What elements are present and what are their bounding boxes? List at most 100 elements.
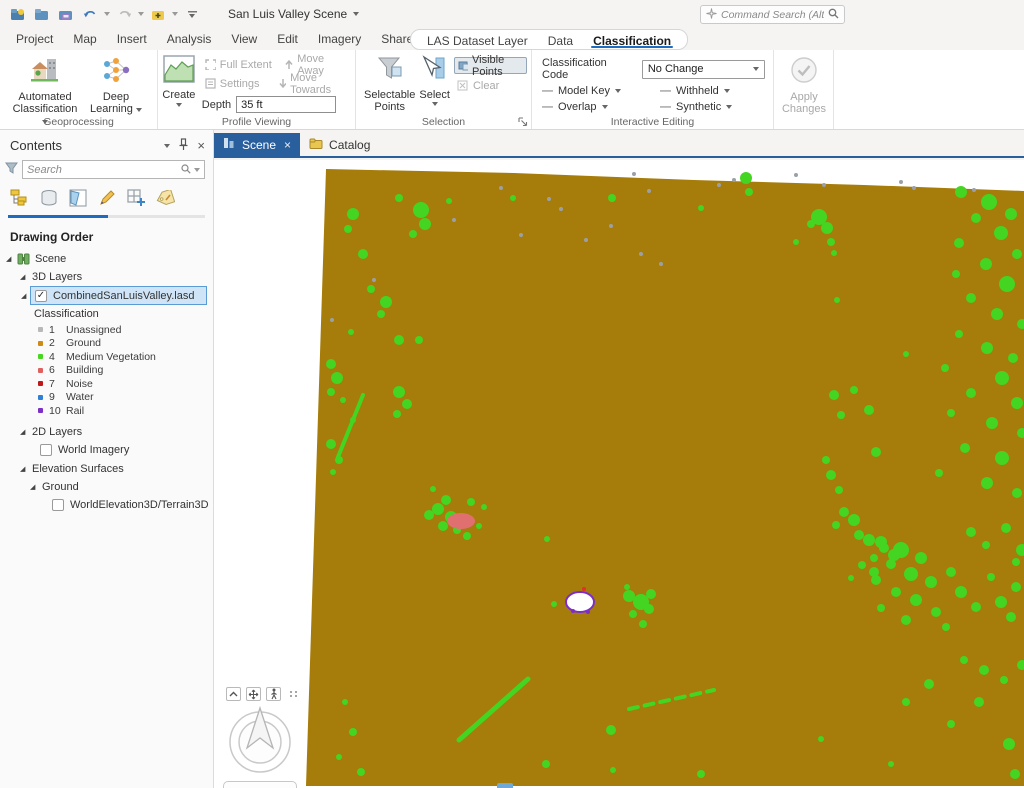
save-project-icon[interactable]	[56, 4, 76, 24]
move-towards-button[interactable]: Move Towards	[275, 72, 351, 96]
list-by-data-source-icon[interactable]	[39, 188, 59, 208]
pane-menu-chevron-icon[interactable]	[164, 143, 171, 148]
redo-icon[interactable]	[114, 4, 134, 24]
command-search[interactable]	[700, 5, 845, 24]
close-pane-icon[interactable]: ×	[197, 138, 205, 153]
tree-item-lasd[interactable]: ◢ ✓ CombinedSanLuisValley.lasd	[0, 286, 213, 305]
redo-menu-chevron-icon[interactable]	[138, 12, 144, 16]
project-title[interactable]: San Luis Valley Scene	[228, 7, 360, 21]
ribbon-tab-view[interactable]: View	[221, 29, 267, 50]
selected-layer-row[interactable]: ✓ CombinedSanLuisValley.lasd	[30, 286, 207, 305]
model-key-button[interactable]: — Model Key	[542, 85, 642, 97]
tree-item-ground[interactable]: ◢ Ground	[0, 478, 213, 496]
ribbon-tab-map[interactable]: Map	[63, 29, 106, 50]
classification-header-label: Classification	[34, 308, 99, 320]
tree-item-world-imagery[interactable]: World Imagery	[0, 441, 213, 460]
collapse-nav-icon[interactable]	[226, 687, 241, 701]
walk-mode-icon[interactable]	[266, 687, 281, 701]
ribbon-tab-analysis[interactable]: Analysis	[157, 29, 222, 50]
close-tab-icon[interactable]: ×	[284, 138, 291, 152]
pin-icon[interactable]	[179, 138, 188, 153]
lidar-point-cloud[interactable]	[214, 160, 1024, 788]
expand-icon[interactable]: ◢	[20, 465, 25, 473]
vegetation-cluster	[980, 258, 992, 270]
scale-pill[interactable]	[223, 781, 297, 788]
overlap-button[interactable]: — Overlap	[542, 101, 642, 113]
list-by-drawing-order-icon[interactable]	[10, 188, 30, 208]
pan-mode-icon[interactable]	[246, 687, 261, 701]
contents-search-box[interactable]	[22, 160, 205, 179]
classification-code-dropdown[interactable]: No Change	[641, 59, 765, 79]
vegetation-cluster	[891, 587, 901, 597]
compass-control[interactable]	[224, 704, 296, 776]
scene-viewport[interactable]	[214, 160, 1024, 788]
layer-checkbox-checked[interactable]: ✓	[35, 289, 47, 302]
move-away-button[interactable]: Move Away	[281, 53, 351, 77]
view-tab-scene[interactable]: Scene ×	[214, 133, 301, 156]
vegetation-cluster	[954, 238, 964, 248]
expand-icon[interactable]: ◢	[20, 428, 25, 436]
view-tab-catalog[interactable]: Catalog	[300, 133, 379, 156]
terrain-ground-points	[306, 169, 1024, 786]
tree-item-scene[interactable]: ◢ Scene	[0, 250, 213, 268]
vegetation-cluster	[510, 195, 516, 201]
list-by-selection-icon[interactable]	[68, 188, 88, 208]
tree-item-elevation-surfaces[interactable]: ◢ Elevation Surfaces	[0, 460, 213, 478]
contents-search-input[interactable]	[27, 163, 178, 176]
bottom-widget[interactable]	[497, 783, 513, 788]
expand-icon[interactable]: ◢	[21, 292, 26, 300]
layer-checkbox-unchecked[interactable]	[40, 444, 52, 456]
create-profile-button[interactable]: Create	[162, 53, 196, 113]
vegetation-cluster	[1011, 582, 1021, 592]
settings-button[interactable]: Settings	[202, 75, 269, 92]
selectable-points-button[interactable]: Selectable Points	[364, 53, 415, 113]
depth-input[interactable]	[236, 96, 337, 113]
overlap-chevron-icon	[601, 105, 608, 109]
command-search-input[interactable]	[721, 8, 824, 21]
contextual-tab-classification[interactable]: Classification	[583, 30, 681, 49]
select-button[interactable]: Select	[419, 53, 450, 113]
list-by-labeling-icon[interactable]	[155, 188, 175, 208]
layer-checkbox-unchecked[interactable]	[52, 499, 64, 511]
tree-item-3d-layers[interactable]: ◢ 3D Layers	[0, 268, 213, 286]
tree-item-terrain3d[interactable]: WorldElevation3D/Terrain3D	[0, 496, 213, 515]
vegetation-cluster	[864, 405, 874, 415]
apply-changes-button[interactable]: Apply Changes	[778, 53, 830, 115]
clear-selection-button[interactable]: Clear	[454, 77, 527, 94]
expand-icon[interactable]: ◢	[6, 255, 11, 263]
visible-points-button[interactable]: Visible Points	[453, 54, 527, 78]
withheld-button[interactable]: — Withheld	[660, 85, 760, 97]
tree-item-classification-header: Classification	[0, 305, 213, 323]
full-extent-button[interactable]: Full Extent	[202, 56, 275, 73]
synthetic-button[interactable]: — Synthetic	[660, 101, 760, 113]
list-by-snapping-icon[interactable]	[126, 188, 146, 208]
open-project-icon[interactable]	[32, 4, 52, 24]
undo-icon[interactable]	[80, 4, 100, 24]
undo-menu-chevron-icon[interactable]	[104, 12, 110, 16]
ribbon-tab-insert[interactable]: Insert	[107, 29, 157, 50]
add-data-menu-chevron-icon[interactable]	[172, 12, 178, 16]
vegetation-cluster	[981, 477, 993, 489]
expand-icon[interactable]: ◢	[20, 273, 25, 281]
contextual-tab-las-dataset-layer[interactable]: LAS Dataset Layer	[417, 30, 538, 49]
nav-drag-handle[interactable]	[290, 691, 298, 697]
legend-item-water: 9 Water	[0, 391, 213, 405]
vegetation-cluster	[952, 270, 960, 278]
vegetation-cluster	[1005, 208, 1017, 220]
new-project-icon[interactable]	[8, 4, 28, 24]
add-data-icon[interactable]	[148, 4, 168, 24]
filter-icon[interactable]	[5, 162, 18, 177]
list-by-editing-icon[interactable]	[97, 188, 117, 208]
vegetation-cluster	[955, 330, 963, 338]
search-options-chevron-icon[interactable]	[194, 167, 200, 172]
vegetation-cluster	[821, 222, 833, 234]
contextual-tab-data[interactable]: Data	[538, 30, 583, 49]
ribbon-tab-project[interactable]: Project	[6, 29, 63, 50]
ribbon-tab-imagery[interactable]: Imagery	[308, 29, 371, 50]
vegetation-cluster	[935, 469, 943, 477]
tree-item-2d-layers[interactable]: ◢ 2D Layers	[0, 423, 213, 441]
ribbon-tab-edit[interactable]: Edit	[267, 29, 308, 50]
vegetation-cluster	[960, 443, 970, 453]
customize-quick-access-icon[interactable]	[182, 4, 202, 24]
expand-icon[interactable]: ◢	[30, 483, 35, 491]
